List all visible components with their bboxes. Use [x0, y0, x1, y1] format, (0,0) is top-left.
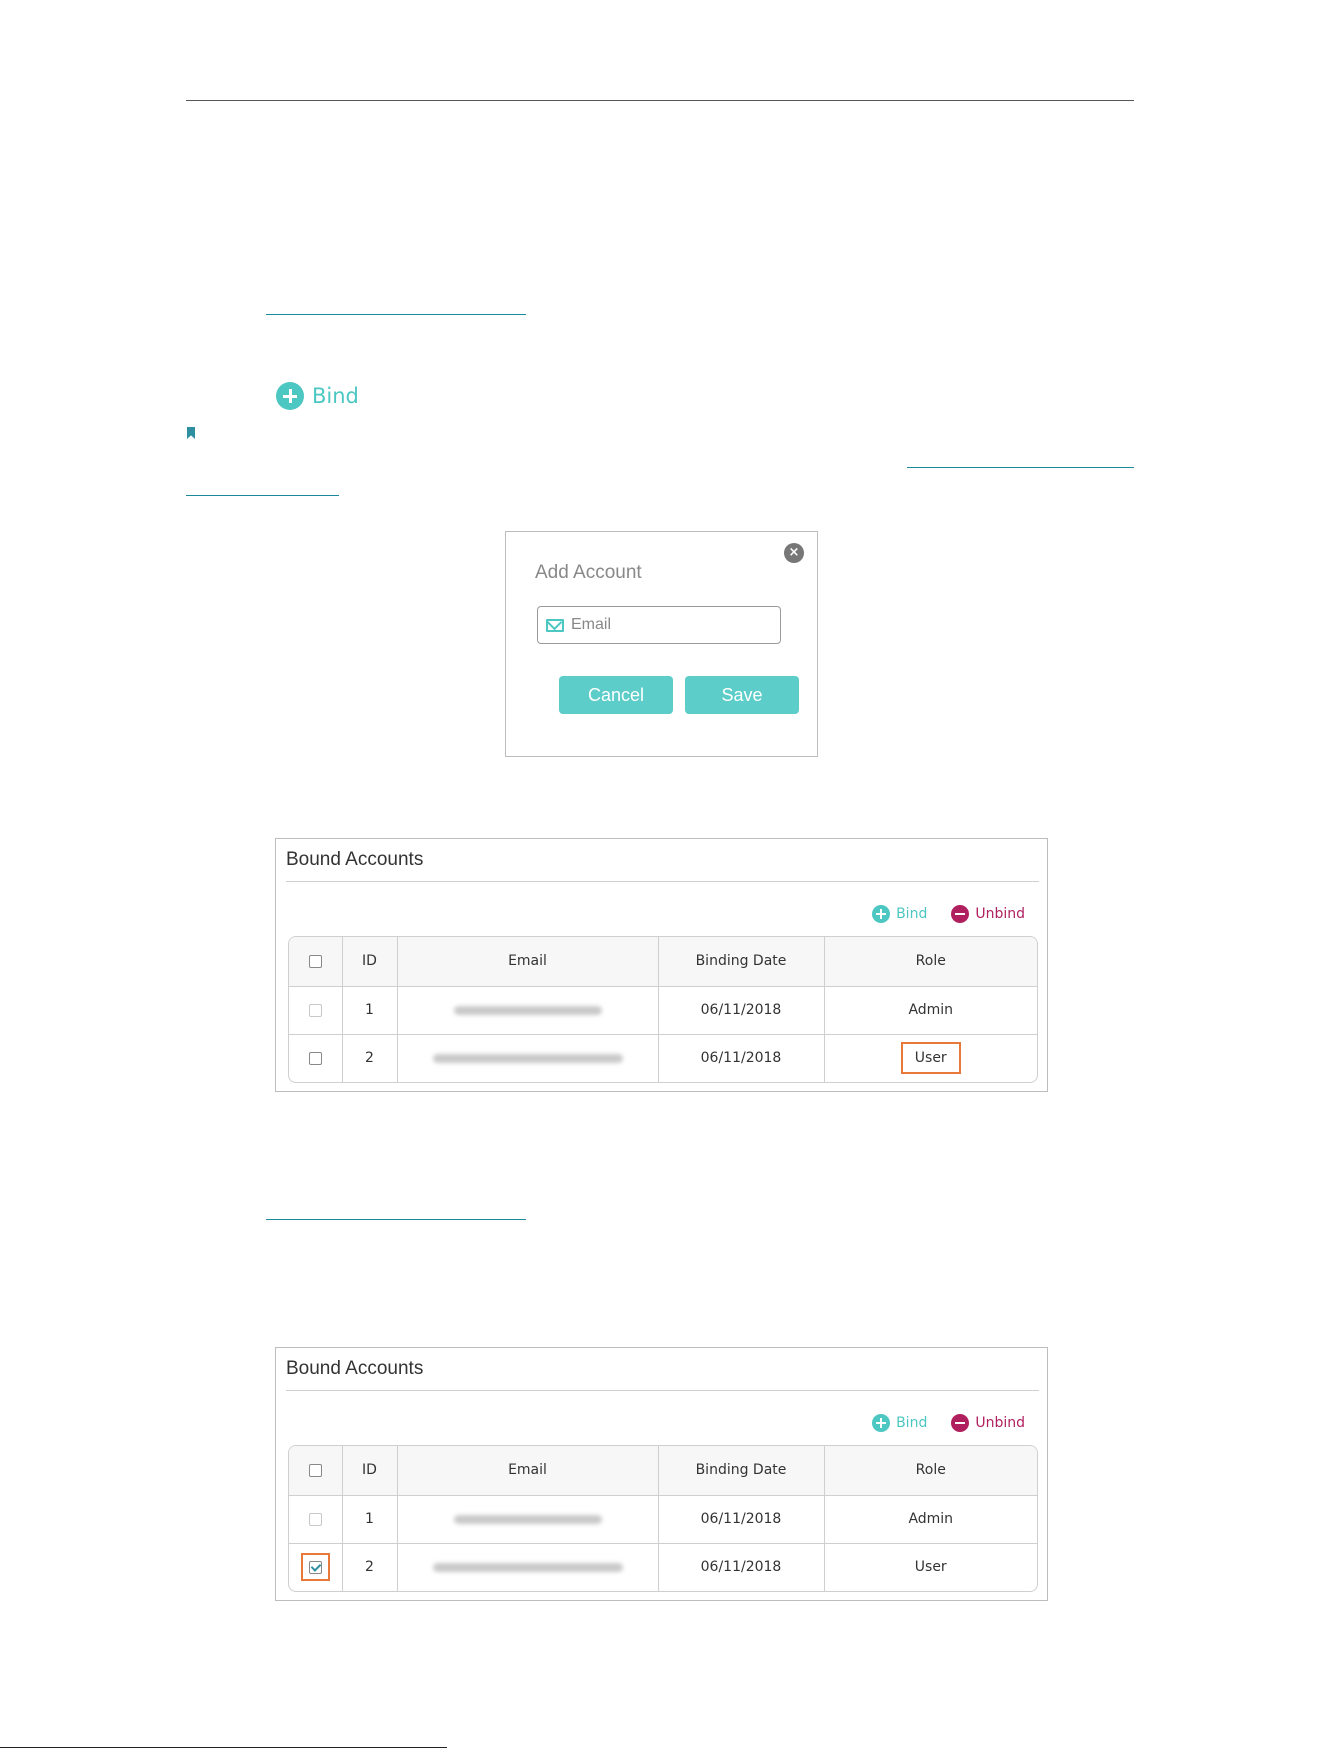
blurred-email — [432, 1053, 623, 1063]
row-role: User — [914, 1559, 947, 1576]
column-header-email: Email — [397, 937, 659, 987]
email-field[interactable] — [537, 606, 781, 644]
table-header-row: ID Email Binding Date Role — [289, 1446, 1037, 1496]
bind-button[interactable]: Bind — [872, 905, 927, 923]
email-input[interactable] — [571, 616, 771, 634]
footer-rule — [0, 1747, 447, 1748]
row-id: 2 — [342, 1543, 398, 1591]
column-header-id: ID — [342, 937, 398, 987]
blurred-email — [453, 1514, 602, 1524]
plus-circle-icon — [872, 905, 891, 923]
select-all-checkbox[interactable] — [308, 954, 322, 968]
row-binding-date: 06/11/2018 — [658, 1543, 825, 1591]
highlight-box: User — [900, 1042, 961, 1075]
panel-divider — [286, 881, 1039, 882]
add-account-dialog: × Add Account Cancel Save — [505, 531, 818, 757]
select-all-cell — [289, 937, 343, 987]
link-underline[interactable] — [266, 1219, 526, 1220]
unbind-button[interactable]: Unbind — [951, 1414, 1025, 1432]
close-icon[interactable]: × — [784, 543, 804, 563]
link-underline[interactable] — [186, 495, 339, 496]
bookmark-icon — [187, 427, 195, 439]
row-select-cell — [289, 1495, 343, 1544]
table-row: 2 06/11/2018 User — [289, 1034, 1037, 1082]
link-underline[interactable] — [266, 314, 526, 315]
accounts-table: ID Email Binding Date Role 1 06/11/2018 … — [288, 936, 1038, 1083]
panel-divider — [286, 1390, 1039, 1391]
cancel-button[interactable]: Cancel — [559, 676, 673, 714]
row-email — [397, 1495, 659, 1544]
panel-title: Bound Accounts — [286, 849, 424, 870]
highlight-box — [300, 1553, 330, 1582]
plus-circle-icon — [872, 1414, 891, 1432]
column-header-id: ID — [342, 1446, 398, 1496]
column-header-binding-date: Binding Date — [658, 1446, 825, 1496]
table-row: 1 06/11/2018 Admin — [289, 986, 1037, 1035]
accounts-table: ID Email Binding Date Role 1 06/11/2018 … — [288, 1445, 1038, 1592]
panel-title: Bound Accounts — [286, 1358, 424, 1379]
row-checkbox — [308, 1003, 322, 1017]
unbind-button-label: Unbind — [975, 906, 1025, 922]
unbind-button-label: Unbind — [975, 1415, 1025, 1431]
blurred-email — [453, 1005, 602, 1015]
row-id: 2 — [342, 1034, 398, 1082]
row-id: 1 — [342, 986, 398, 1035]
select-all-cell — [289, 1446, 343, 1496]
row-checkbox-checked[interactable] — [308, 1560, 322, 1574]
row-email — [397, 1543, 659, 1591]
table-row: 1 06/11/2018 Admin — [289, 1495, 1037, 1544]
bind-button-label: Bind — [896, 906, 928, 922]
bind-button-label: Bind — [896, 1415, 928, 1431]
minus-circle-icon — [951, 1414, 970, 1432]
envelope-icon — [546, 618, 564, 632]
row-binding-date: 06/11/2018 — [658, 1034, 825, 1082]
row-select-cell — [289, 1034, 343, 1082]
blurred-email — [432, 1562, 623, 1572]
row-role: User — [914, 1050, 947, 1067]
save-button[interactable]: Save — [685, 676, 799, 714]
column-header-role: Role — [824, 1446, 1037, 1496]
dialog-title: Add Account — [535, 562, 642, 583]
panel-actions: Bind Unbind — [872, 1414, 1025, 1432]
select-all-checkbox[interactable] — [308, 1463, 322, 1477]
table-row: 2 06/11/2018 User — [289, 1543, 1037, 1591]
row-role-cell: User — [824, 1034, 1037, 1082]
column-header-binding-date: Binding Date — [658, 937, 825, 987]
row-select-cell — [289, 1543, 343, 1591]
row-checkbox — [308, 1512, 322, 1526]
row-id: 1 — [342, 1495, 398, 1544]
plus-circle-icon — [276, 382, 304, 410]
bind-button[interactable]: Bind — [872, 1414, 927, 1432]
row-email — [397, 986, 659, 1035]
row-binding-date: 06/11/2018 — [658, 1495, 825, 1544]
table-header-row: ID Email Binding Date Role — [289, 937, 1037, 987]
column-header-role: Role — [824, 937, 1037, 987]
bind-link-label: Bind — [312, 384, 359, 408]
column-header-email: Email — [397, 1446, 659, 1496]
row-role: Admin — [824, 1495, 1037, 1544]
minus-circle-icon — [951, 905, 970, 923]
row-binding-date: 06/11/2018 — [658, 986, 825, 1035]
bound-accounts-panel: Bound Accounts Bind Unbind ID Email Bind… — [275, 838, 1048, 1092]
link-underline[interactable] — [907, 467, 1134, 468]
bind-link[interactable]: Bind — [276, 382, 359, 410]
row-select-cell — [289, 986, 343, 1035]
row-role: Admin — [824, 986, 1037, 1035]
unbind-button[interactable]: Unbind — [951, 905, 1025, 923]
bound-accounts-panel: Bound Accounts Bind Unbind ID Email Bind… — [275, 1347, 1048, 1601]
row-checkbox[interactable] — [308, 1051, 322, 1065]
panel-actions: Bind Unbind — [872, 905, 1025, 923]
row-email — [397, 1034, 659, 1082]
header-rule — [186, 100, 1134, 101]
